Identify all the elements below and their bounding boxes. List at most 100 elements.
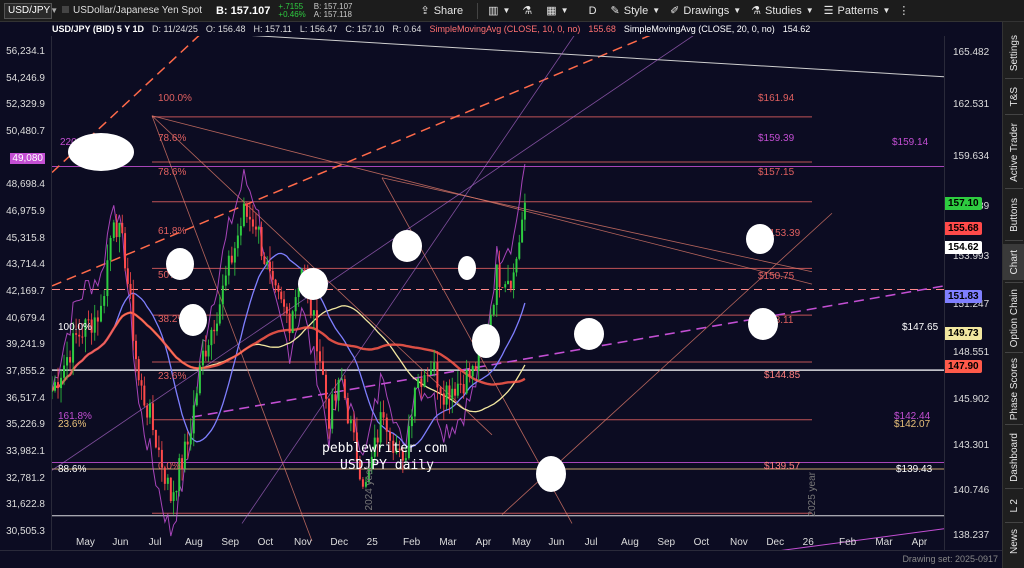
candle-body	[315, 310, 318, 352]
time-axis-tick: 26	[802, 537, 814, 548]
left-scale-tick: 46,975.9	[6, 206, 45, 217]
highlight-marker	[458, 256, 476, 280]
candle-body	[230, 255, 233, 263]
candle-body	[324, 374, 327, 399]
time-axis-tick: Oct	[257, 537, 274, 548]
divider	[1005, 352, 1023, 353]
candle-body	[87, 319, 90, 321]
bid-price: B: 157.107	[215, 4, 271, 17]
highlight-marker	[166, 248, 194, 280]
fan-line	[151, 115, 313, 542]
sidebar-label: News	[1008, 529, 1020, 555]
left-price-scale[interactable]: 56,234.1 54,246.9 52,329.9 50,480.7 49,080 48…	[0, 36, 52, 550]
highlight-marker	[179, 304, 207, 336]
watermark-line1: pebblewriter.com	[322, 441, 448, 456]
period-button[interactable]: D	[589, 5, 597, 17]
style-button[interactable]: ✎ Style ▼	[611, 4, 661, 18]
sidebar-level2[interactable]: L 2	[1003, 492, 1024, 520]
sidebar-phase-scores[interactable]: Phase Scores	[1003, 356, 1024, 422]
candle-body	[285, 306, 288, 314]
settings-square-icon[interactable]	[62, 6, 69, 13]
sidebar-chart[interactable]: Chart	[1003, 244, 1024, 280]
fib-price-161: $161.94	[758, 93, 795, 104]
time-axis[interactable]: May Jun Jul Aug Sep Oct Nov Dec 25 Feb Mar Apr May Ju…	[52, 534, 944, 550]
sidebar-label: Dashboard	[1008, 432, 1020, 482]
compare-button[interactable]: ▥ ▼	[488, 4, 510, 17]
chevron-down-icon: ▼	[50, 6, 59, 15]
left-scale-tick: 52,329.9	[6, 99, 45, 111]
candle-body	[204, 350, 207, 357]
candle-body	[451, 388, 454, 400]
right-scale-tick: 162.531	[953, 99, 990, 111]
fib-label-236: 23.6%	[158, 371, 187, 382]
candle-body	[52, 390, 53, 392]
share-button[interactable]: ⇪ Share	[420, 4, 463, 18]
price-tag: 155.68	[945, 221, 982, 235]
time-axis-tick: Apr	[475, 537, 492, 548]
candle-body	[157, 447, 160, 450]
candle-body	[417, 378, 420, 388]
grid-button[interactable]: ▦ ▼	[546, 4, 568, 17]
candle-body	[274, 279, 277, 286]
left-scale-tick: 36,517.4	[6, 392, 45, 404]
sma10-value: 155.68	[588, 24, 616, 34]
left-scale-tick: 30,505.3	[6, 526, 45, 537]
sidebar-active-trader[interactable]: Active Trader	[1003, 118, 1024, 186]
candle-body	[291, 311, 294, 334]
flask-icon: ⚗	[522, 5, 533, 17]
candle-body	[277, 285, 280, 292]
candle-body	[106, 260, 109, 297]
studies-label: Studies	[765, 4, 802, 17]
candle-body	[132, 294, 135, 341]
candle-body	[280, 291, 283, 300]
candle-body	[445, 385, 448, 405]
candle-body	[129, 283, 132, 295]
candle-body	[260, 227, 263, 257]
left-scale-tick: 42,169.7	[6, 286, 45, 297]
time-axis-tick: Dec	[766, 537, 785, 548]
sma10-label[interactable]: SimpleMovingAvg (CLOSE, 10, 0, no)	[429, 24, 580, 34]
sidebar-settings[interactable]: Settings	[1003, 30, 1024, 76]
drawings-button[interactable]: ✐ Drawings ▼	[670, 4, 741, 18]
candle-body	[454, 388, 457, 396]
symbol-selector[interactable]: USD/JPY ▼	[4, 2, 58, 19]
candle-body	[382, 412, 385, 418]
bid-ask: B: 157.107 A: 157.118	[314, 2, 353, 19]
highlight-marker	[748, 308, 778, 340]
candle-body	[201, 350, 204, 366]
sidebar-news[interactable]: News	[1003, 526, 1024, 558]
studies-button[interactable]: ⚗ Studies ▼	[751, 4, 814, 18]
candle-body	[501, 287, 504, 289]
sma20-label[interactable]: SimpleMovingAvg (CLOSE, 20, 0, no)	[624, 24, 775, 34]
sidebar-ts[interactable]: T&S	[1003, 82, 1024, 112]
patterns-button[interactable]: ☰ Patterns ▼	[824, 4, 891, 18]
sidebar-buttons[interactable]: Buttons	[1003, 192, 1024, 238]
candle-body	[456, 383, 459, 396]
divider	[1005, 282, 1023, 283]
candle-body	[112, 222, 115, 238]
candle-body	[340, 379, 343, 381]
sidebar-dashboard[interactable]: Dashboard	[1003, 428, 1024, 486]
price-tag: 149.73	[945, 327, 982, 341]
candle-body	[515, 258, 518, 273]
sidebar-label: L 2	[1008, 499, 1020, 513]
chart-area[interactable]: pebblewriter.com USDJPY daily 2024 year …	[52, 36, 944, 550]
candle-body	[442, 393, 445, 405]
candle-body	[283, 299, 286, 307]
candle-body	[346, 398, 349, 424]
right-scale-tick: 159.634	[953, 150, 990, 162]
candle-body	[121, 222, 124, 234]
flask-button[interactable]: ⚗	[522, 4, 532, 17]
candle-body	[343, 379, 346, 399]
candle-body	[518, 242, 521, 259]
sidebar-option-chain[interactable]: Option Chain	[1003, 286, 1024, 350]
left-scale-tick: 50,480.7	[6, 126, 45, 137]
fib-label-236b: 23.6%	[58, 419, 87, 430]
fib-price-139: $139.57	[764, 461, 801, 472]
more-button[interactable]: ⋮	[898, 4, 909, 17]
sidebar-label: Active Trader	[1008, 122, 1020, 182]
right-scale-tick: 165.482	[953, 47, 990, 59]
right-price-scale[interactable]: 165.482162.531159.634156.789153.993151.2…	[944, 36, 1002, 550]
candle-body	[288, 313, 291, 334]
candle-body	[268, 261, 271, 272]
